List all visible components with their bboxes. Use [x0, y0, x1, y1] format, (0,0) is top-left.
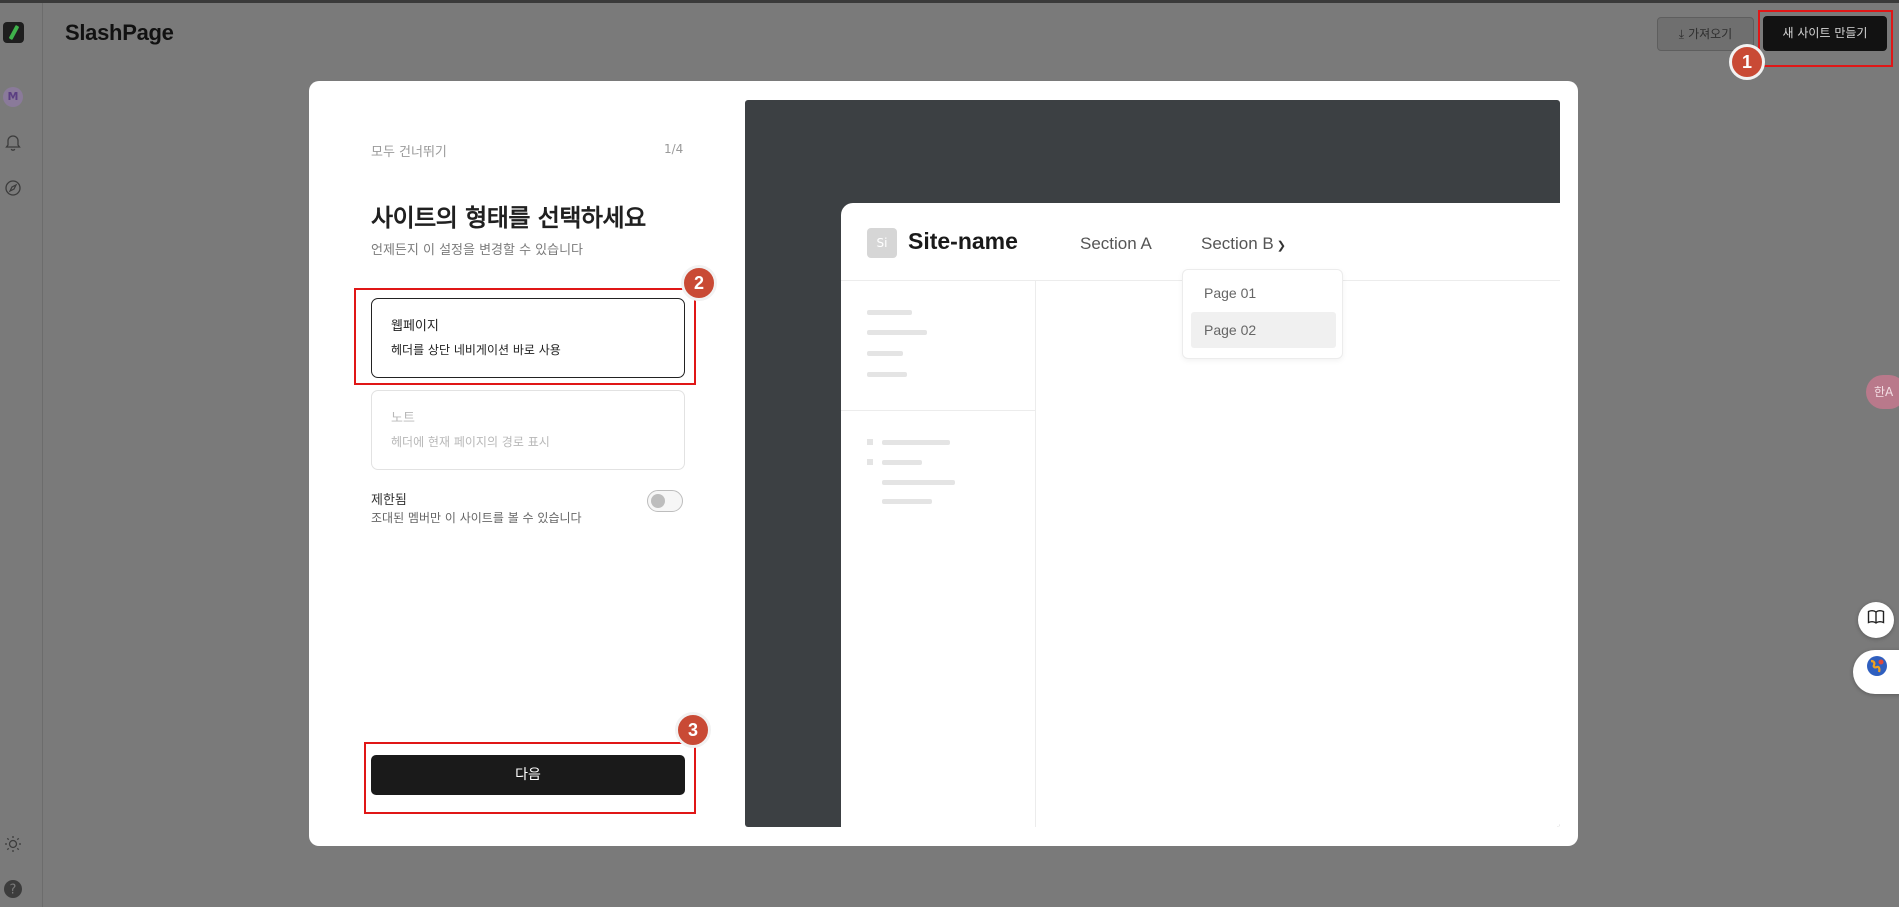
svg-text:?: ? [10, 883, 17, 898]
book-icon[interactable] [1858, 602, 1894, 638]
option-note[interactable]: 노트 헤더에 현재 페이지의 경로 표시 [371, 390, 685, 470]
placeholder-line [867, 351, 903, 356]
preview-site-name: Site-name [908, 228, 1018, 254]
step-badge-2: 2 [681, 265, 717, 301]
placeholder-bullet [867, 439, 873, 445]
placeholder-line [867, 310, 912, 315]
compass-icon[interactable] [3, 179, 23, 199]
bell-icon[interactable] [3, 134, 23, 154]
avatar[interactable]: M [3, 87, 23, 107]
step-indicator: 1/4 [664, 142, 684, 156]
step-badge-1: 1 [1729, 44, 1765, 80]
placeholder-line [867, 330, 927, 335]
option-desc: 헤더에 현재 페이지의 경로 표시 [391, 435, 550, 449]
preview-logo: Si [867, 228, 897, 258]
placeholder-line [867, 372, 907, 377]
preview-section-a: Section A [1080, 234, 1152, 253]
chevron-down-icon: ❯ [1276, 240, 1286, 252]
top-edge-line [0, 0, 1899, 3]
create-site-modal: 모두 건너뛰기 1/4 사이트의 형태를 선택하세요 언제든지 이 설정을 변경… [309, 81, 1578, 846]
preview-dropdown-item: Page 02 [1191, 312, 1336, 348]
preview-sidebar [841, 281, 1036, 827]
placeholder-line [882, 480, 955, 485]
left-rail: M ? [0, 3, 43, 907]
sun-icon[interactable] [3, 835, 23, 855]
highlight-box-2 [354, 288, 696, 385]
skip-all-link[interactable]: 모두 건너뛰기 [371, 141, 447, 160]
restricted-desc: 조대된 멤버만 이 사이트를 볼 수 있습니다 [371, 511, 582, 525]
placeholder-line [882, 460, 922, 465]
highlight-box-3 [364, 742, 696, 814]
help-icon[interactable]: ? [3, 879, 23, 899]
placeholder-line [882, 440, 950, 445]
step-badge-3: 3 [675, 712, 711, 748]
brand-title: SlashPage [65, 20, 174, 45]
download-icon: ⤓ [1678, 27, 1685, 41]
restricted-toggle[interactable] [647, 490, 683, 512]
preview-sidebar-divider [841, 410, 1036, 411]
placeholder-line [882, 499, 932, 504]
option-name: 노트 [391, 411, 415, 426]
preview-section-b: Section B ❯ [1201, 234, 1286, 254]
restricted-label: 제한됨 [371, 493, 407, 508]
preview-mock-site: Si Site-name Section A Section B ❯ Page 0… [841, 203, 1560, 827]
preview-section-b-label: Section B [1201, 234, 1274, 253]
modal-subtitle: 언제든지 이 설정을 변경할 수 있습니다 [371, 243, 584, 258]
translate-button[interactable]: 한A [1866, 375, 1899, 409]
site-preview: Si Site-name Section A Section B ❯ Page 0… [745, 100, 1560, 827]
modal-title: 사이트의 형태를 선택하세요 [371, 204, 646, 232]
logo-icon[interactable] [3, 22, 24, 43]
globe-extension-icon[interactable] [1853, 650, 1899, 694]
import-label: 가져오기 [1688, 27, 1733, 41]
highlight-box-1 [1758, 10, 1893, 67]
placeholder-bullet [867, 459, 873, 465]
preview-dropdown-item: Page 01 [1204, 285, 1257, 301]
preview-dropdown: Page 01 Page 02 [1182, 269, 1343, 359]
